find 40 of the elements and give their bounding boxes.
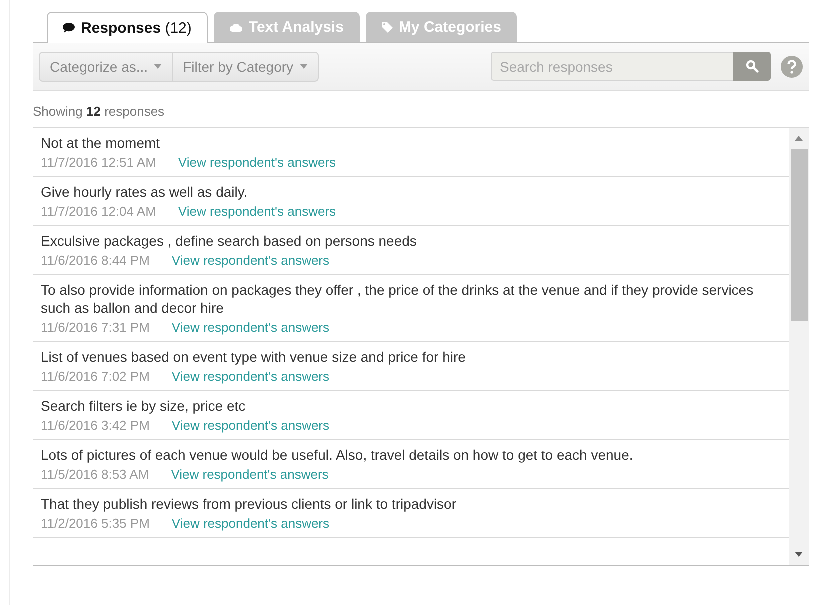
response-date: 11/5/2016 8:53 AM	[41, 466, 150, 483]
dropdown-button[interactable]: Categorize as...	[40, 52, 172, 80]
response-date: 11/2/2016 5:35 PM	[41, 515, 150, 532]
dropdown-button[interactable]: Filter by Category	[172, 52, 318, 80]
search-field[interactable]: Search responses	[491, 52, 733, 81]
respondent-link[interactable]: View respondent's answers	[172, 368, 330, 385]
response-text: To also provide information on packages they offer , the price of the drinks at the venue and if they provide services such as ballon and decor hire	[41, 281, 755, 317]
tab[interactable]: My Categories	[366, 12, 518, 42]
search-button[interactable]	[733, 52, 771, 81]
respondent-link[interactable]: View respondent's answers	[178, 154, 336, 171]
help-icon[interactable]	[781, 56, 803, 78]
response-text: Search filters ie by size, price etc	[41, 397, 247, 415]
response-text: Give hourly rates as well as daily.	[41, 183, 249, 201]
cloud-icon	[230, 24, 243, 32]
response-date: 11/6/2016 3:42 PM	[41, 417, 150, 434]
response-text: That they publish reviews from previous clients or link to tripadvisor	[41, 495, 458, 513]
response-text: List of venues based on event type with venue size and price for hire	[41, 348, 467, 366]
response-date: 11/6/2016 7:31 PM	[41, 319, 150, 336]
respondent-link[interactable]: View respondent's answers	[178, 203, 336, 220]
response-text: Exculsive packages , define search based on persons needs	[41, 232, 418, 250]
response-count: Showing 12 responses	[33, 91, 809, 128]
response-date: 11/6/2016 8:44 PM	[41, 252, 150, 269]
response-text: Not at the momemt	[41, 134, 162, 152]
search-icon	[746, 60, 758, 73]
caret-icon	[300, 64, 308, 69]
respondent-link[interactable]: View respondent's answers	[172, 252, 330, 269]
scrollbar[interactable]	[789, 128, 809, 565]
response-date: 11/7/2016 12:04 AM	[41, 203, 156, 220]
speech-bubble-icon	[63, 23, 75, 33]
response-text: Lots of pictures of each venue would be useful. Also, travel details on how to get to each venue.	[41, 446, 634, 464]
respondent-link[interactable]: View respondent's answers	[172, 515, 330, 532]
caret-icon	[154, 64, 162, 69]
response-date: 11/7/2016 12:51 AM	[41, 154, 156, 171]
tab[interactable]: Responses (12)	[47, 12, 208, 43]
tag-icon	[382, 22, 393, 33]
respondent-link[interactable]: View respondent's answers	[172, 319, 330, 336]
respondent-link[interactable]: View respondent's answers	[172, 417, 330, 434]
respondent-link[interactable]: View respondent's answers	[171, 466, 329, 483]
response-date: 11/6/2016 7:02 PM	[41, 368, 150, 385]
tab[interactable]: Text Analysis	[214, 12, 360, 42]
